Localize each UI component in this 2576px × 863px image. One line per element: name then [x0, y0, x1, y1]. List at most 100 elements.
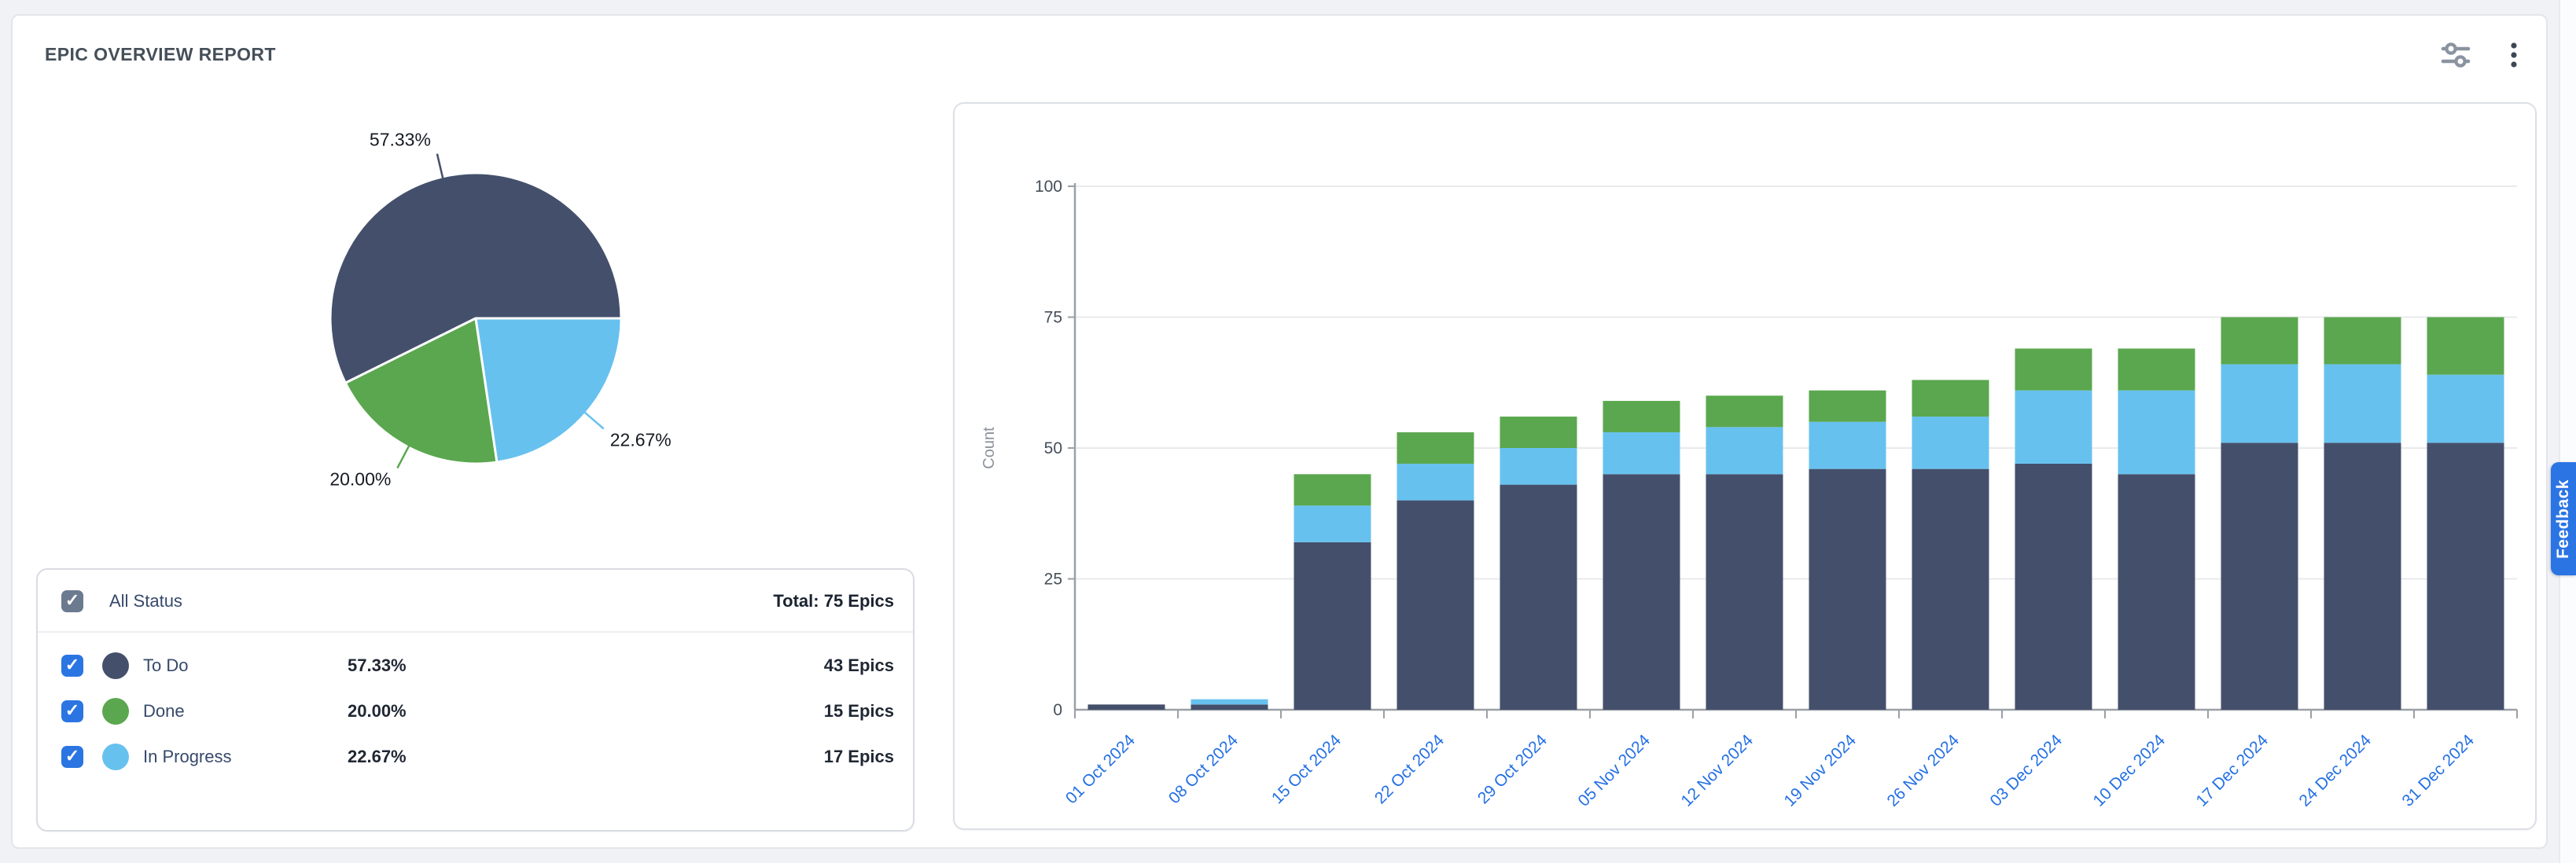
page-title: EPIC OVERVIEW REPORT — [45, 44, 276, 65]
todo-label: To Do — [143, 656, 188, 676]
report-toolbar — [2438, 35, 2540, 79]
sliders-icon — [2440, 39, 2471, 75]
pie-label-line — [437, 154, 443, 178]
bar-segment-done[interactable] — [1706, 395, 1783, 427]
total-epics-label: Total: 75 Epics — [773, 591, 894, 611]
todo-count: 43 Epics — [824, 656, 894, 676]
bar-segment-in-progress[interactable] — [2324, 364, 2401, 443]
bar-segment-to-do[interactable] — [2221, 443, 2298, 710]
checkmark-icon: ✓ — [65, 592, 79, 609]
todo-checkbox[interactable]: ✓ — [61, 655, 83, 677]
bar-segment-to-do[interactable] — [1500, 485, 1577, 710]
pie-slice-label: 22.67% — [610, 430, 672, 450]
bar-segment-in-progress[interactable] — [1603, 432, 1680, 474]
pie-chart-svg: 57.33%20.00%22.67% — [283, 86, 771, 527]
pie-slice-in-progress[interactable] — [476, 318, 621, 462]
legend-row-todo: ✓ To Do 57.33% 43 Epics — [38, 644, 913, 688]
bar-chart-svg: 025507510001 Oct 202408 Oct 202415 Oct 2… — [953, 102, 2537, 830]
bar-segment-done[interactable] — [1809, 391, 1886, 422]
done-count: 15 Epics — [824, 701, 894, 722]
bar-segment-to-do[interactable] — [2324, 443, 2401, 710]
x-axis-date-label[interactable]: 08 Oct 2024 — [1165, 731, 1242, 807]
x-axis-date-label[interactable]: 31 Dec 2024 — [2399, 731, 2478, 810]
todo-color-swatch — [102, 652, 129, 679]
in-progress-label: In Progress — [143, 747, 232, 767]
chart-settings-button[interactable] — [2438, 39, 2474, 75]
x-axis-date-label[interactable]: 26 Nov 2024 — [1884, 731, 1963, 810]
all-status-checkbox[interactable]: ✓ — [61, 590, 83, 612]
right-rail — [2559, 0, 2576, 863]
y-axis-title: Count — [981, 427, 998, 469]
bar-segment-done[interactable] — [1603, 401, 1680, 432]
bar-segment-in-progress[interactable] — [1294, 505, 1371, 542]
bar-segment-to-do[interactable] — [1397, 501, 1474, 710]
y-axis-tick-label: 25 — [1044, 571, 1062, 589]
bar-segment-done[interactable] — [1500, 417, 1577, 448]
bar-segment-done[interactable] — [1397, 432, 1474, 464]
bar-segment-in-progress[interactable] — [1809, 422, 1886, 469]
in-progress-count: 17 Epics — [824, 747, 894, 767]
bar-segment-in-progress[interactable] — [1397, 464, 1474, 501]
x-axis-date-label[interactable]: 22 Oct 2024 — [1371, 731, 1448, 807]
bar-segment-in-progress[interactable] — [2427, 375, 2504, 443]
bar-segment-in-progress[interactable] — [1500, 448, 1577, 485]
bar-segment-done[interactable] — [2015, 348, 2092, 390]
bar-segment-to-do[interactable] — [1809, 469, 1886, 710]
bar-segment-to-do[interactable] — [1294, 542, 1371, 710]
bar-segment-done[interactable] — [1912, 380, 1989, 417]
bar-segment-to-do[interactable] — [2118, 474, 2195, 710]
x-axis-date-label[interactable]: 12 Nov 2024 — [1678, 731, 1757, 810]
kebab-menu-icon — [2508, 39, 2519, 75]
y-axis-tick-label: 75 — [1044, 309, 1062, 327]
bar-segment-done[interactable] — [2427, 318, 2504, 375]
x-axis-date-label[interactable]: 10 Dec 2024 — [2090, 731, 2169, 810]
bar-segment-to-do[interactable] — [2015, 464, 2092, 710]
in-progress-checkbox[interactable]: ✓ — [61, 746, 83, 768]
bar-segment-in-progress[interactable] — [2015, 391, 2092, 464]
feedback-button[interactable]: Feedback — [2551, 462, 2576, 575]
bar-segment-done[interactable] — [2221, 318, 2298, 365]
checkmark-icon: ✓ — [65, 747, 79, 765]
done-label: Done — [143, 701, 185, 722]
checkmark-icon: ✓ — [65, 702, 79, 719]
x-axis-date-label[interactable]: 03 Dec 2024 — [1987, 731, 2066, 810]
done-percent: 20.00% — [348, 701, 407, 722]
done-checkbox[interactable]: ✓ — [61, 700, 83, 722]
done-color-swatch — [102, 698, 129, 725]
bar-segment-in-progress[interactable] — [1191, 700, 1268, 705]
bar-segment-to-do[interactable] — [1191, 704, 1268, 710]
bar-segment-to-do[interactable] — [1706, 474, 1783, 710]
bar-segment-to-do[interactable] — [1088, 704, 1165, 710]
x-axis-date-label[interactable]: 17 Dec 2024 — [2193, 731, 2272, 810]
bar-segment-to-do[interactable] — [1912, 469, 1989, 710]
bar-segment-done[interactable] — [2324, 318, 2401, 365]
todo-percent: 57.33% — [348, 656, 407, 676]
y-axis-tick-label: 50 — [1044, 439, 1062, 457]
legend-row-in-progress: ✓ In Progress 22.67% 17 Epics — [38, 735, 913, 779]
checkmark-icon: ✓ — [65, 656, 79, 674]
x-axis-date-label[interactable]: 29 Oct 2024 — [1474, 731, 1551, 807]
bar-segment-in-progress[interactable] — [1706, 427, 1783, 474]
feedback-button-label: Feedback — [2554, 479, 2573, 559]
bar-segment-to-do[interactable] — [2427, 443, 2504, 710]
status-legend-card: ✓ All Status Total: 75 Epics ✓ To Do 57.… — [36, 568, 914, 832]
bar-segment-in-progress[interactable] — [2118, 391, 2195, 475]
pie-slice-label: 20.00% — [329, 469, 391, 490]
pie-label-line — [585, 413, 604, 429]
x-axis-date-label[interactable]: 01 Oct 2024 — [1062, 731, 1139, 807]
more-options-button[interactable] — [2496, 39, 2532, 75]
legend-divider — [38, 631, 913, 633]
x-axis-date-label[interactable]: 15 Oct 2024 — [1268, 731, 1345, 807]
bar-segment-in-progress[interactable] — [2221, 364, 2298, 443]
all-status-label: All Status — [109, 591, 182, 611]
x-axis-date-label[interactable]: 24 Dec 2024 — [2296, 731, 2375, 810]
bar-segment-in-progress[interactable] — [1912, 417, 1989, 469]
legend-row-done: ✓ Done 20.00% 15 Epics — [38, 689, 913, 733]
in-progress-color-swatch — [102, 744, 129, 770]
x-axis-date-label[interactable]: 19 Nov 2024 — [1781, 731, 1860, 810]
bar-segment-done[interactable] — [2118, 348, 2195, 390]
y-axis-tick-label: 100 — [1035, 178, 1062, 196]
bar-segment-to-do[interactable] — [1603, 474, 1680, 710]
x-axis-date-label[interactable]: 05 Nov 2024 — [1575, 731, 1654, 810]
bar-segment-done[interactable] — [1294, 474, 1371, 505]
